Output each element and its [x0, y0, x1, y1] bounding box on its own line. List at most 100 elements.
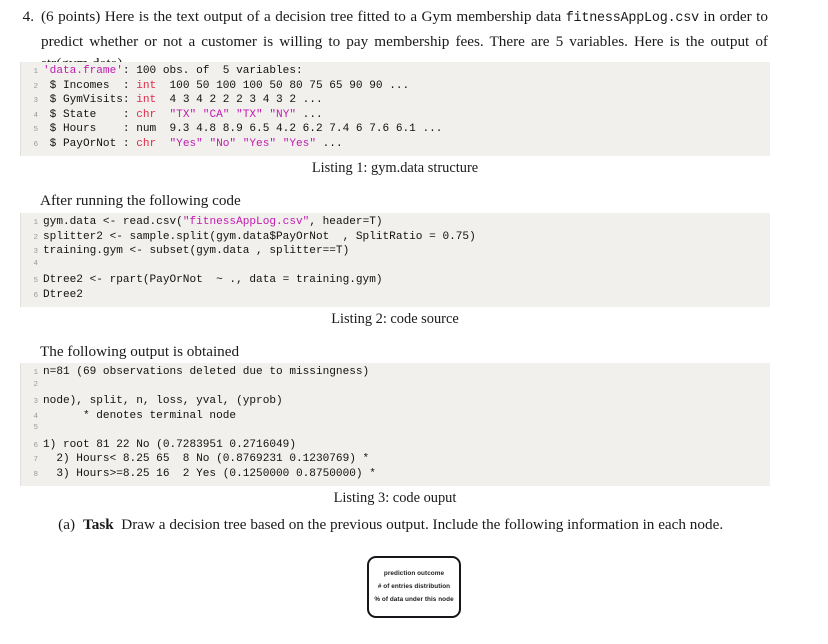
code-line-text: 3) Hours>=8.25 16 2 Yes (0.1250000 0.875… — [43, 468, 376, 480]
code-line-number: 5 — [33, 126, 38, 134]
problem-number: 4. — [22, 8, 34, 25]
code-plain-token: : 100 obs. of 5 variables: — [122, 65, 303, 77]
listing-1-code[interactable]: 1 'data.frame': 100 obs. of 5 variables: 2… — [20, 62, 770, 156]
code-plain-token: 4 3 4 2 2 2 3 4 3 2 ... — [156, 94, 323, 106]
code-line-text: 1) root 81 22 No (0.7283951 0.2716049) — [43, 439, 296, 451]
code-line: 8 3) Hours>=8.25 16 2 Yes (0.1250000 0.8… — [21, 468, 770, 483]
code-line-text: node), split, n, loss, yval, (yprob) — [43, 395, 283, 407]
task-text: Task Draw a decision tree based on the p… — [83, 514, 797, 536]
code-line-number: 3 — [33, 398, 38, 406]
code-line: 2 splitter2 <- sample.split(gym.data$PayO… — [21, 231, 770, 246]
task-keyword: Task — [83, 516, 114, 533]
code-line-number: 8 — [33, 470, 38, 479]
code-plain-token: $ PayOrNot : — [43, 137, 137, 150]
code-line-number: 4 — [33, 259, 38, 268]
code-plain-token: * denotes terminal node — [43, 409, 237, 422]
code-line: 6 $ PayOrNot : chr "Yes" "No" "Yes" "Yes… — [21, 138, 770, 153]
task-description: Draw a decision tree based on the previo… — [121, 516, 724, 533]
node-line-prediction: prediction outcome — [383, 570, 445, 577]
code-line: 1 'data.frame': 100 obs. of 5 variables: — [21, 65, 770, 80]
code-line-number: 6 — [33, 291, 38, 300]
code-plain-token: $ Hours : num 9.3 4.8 8.9 6.5 4.2 6.2 7.… — [43, 123, 443, 135]
code-type-token: int — [136, 79, 157, 92]
code-string-token: "Yes" "No" "Yes" "Yes" — [169, 137, 316, 150]
code-plain-token: ... — [315, 137, 343, 150]
code-line-number: 5 — [33, 424, 38, 432]
document-page: 4. (6 points) Here is the text output of… — [0, 0, 828, 644]
code-line-text: Dtree2 <- rpart(PayOrNot ~ ., data = tra… — [43, 274, 383, 286]
code-line-number: 2 — [33, 233, 38, 242]
lead-paragraph-1: After running the following code — [40, 192, 241, 209]
code-plain-token: 3) Hours>=8.25 16 2 Yes (0.1250000 0.875… — [43, 467, 376, 480]
code-line-number: 6 — [33, 140, 38, 149]
code-line-number: 2 — [33, 380, 38, 389]
task-item-a: (a) Task Draw a decision tree based on t… — [0, 514, 828, 536]
code-line-text: $ Hours : num 9.3 4.8 8.9 6.5 4.2 6.2 7.… — [43, 123, 443, 135]
code-line-number: 6 — [33, 441, 38, 450]
code-line: 4 * denotes terminal node — [21, 410, 770, 425]
code-line-number: 3 — [33, 97, 38, 105]
code-plain-token: $ GymVisits: — [43, 94, 137, 106]
code-plain-token: Dtree2 — [43, 288, 83, 301]
code-line: 3 training.gym <- subset(gym.data , split… — [21, 245, 770, 260]
code-line-number: 4 — [33, 111, 38, 120]
code-line: 3 node), split, n, loss, yval, (yprob) — [21, 395, 770, 410]
code-plain-token: , header=T) — [309, 216, 383, 228]
code-plain-token: $ Incomes : — [43, 79, 137, 92]
code-line: 5 $ Hours : num 9.3 4.8 8.9 6.5 4.2 6.2 … — [21, 123, 770, 138]
code-line: 4 — [21, 260, 770, 275]
listing-1: 1 'data.frame': 100 obs. of 5 variables: 2… — [20, 62, 770, 177]
code-line: 6 Dtree2 — [21, 289, 770, 304]
code-string-token: 'data.frame' — [43, 65, 123, 77]
listing-1-caption: Listing 1: gym.data structure — [311, 160, 479, 176]
code-line-text: * denotes terminal node — [43, 410, 236, 422]
code-plain-token: ... — [296, 108, 323, 121]
code-line: 1 n=81 (69 observations deleted due to mi… — [21, 366, 770, 381]
listing-3: 1 n=81 (69 observations deleted due to mi… — [20, 363, 770, 507]
code-plain-token — [156, 138, 169, 150]
listing-2-caption: Listing 2: code source — [331, 311, 459, 327]
code-plain-token: node), split, n, loss, yval, (yprob) — [43, 395, 283, 407]
code-line: 2 — [21, 381, 770, 396]
code-line-number: 7 — [33, 456, 38, 464]
code-line-text: Dtree2 — [43, 289, 83, 301]
task-row: (a) Task Draw a decision tree based on t… — [0, 514, 828, 536]
code-line-number: 1 — [33, 219, 38, 227]
code-line-text: 'data.frame': 100 obs. of 5 variables: — [43, 65, 303, 77]
code-line-text: n=81 (69 observations deleted due to mis… — [43, 366, 369, 378]
code-line-number: 4 — [33, 412, 38, 421]
code-line-text: $ State : chr "TX" "CA" "TX" "NY" ... — [43, 109, 323, 121]
code-string-token: "fitnessAppLog.csv" — [182, 216, 310, 228]
code-line: 5 — [21, 424, 770, 439]
problem-text-part1: (6 points) Here is the text output of a … — [41, 8, 566, 25]
code-line-number: 3 — [33, 248, 38, 256]
code-plain-token: gym.data <- read.csv( — [43, 216, 183, 228]
code-line-number: 5 — [33, 277, 38, 285]
code-line-text: $ Incomes : int 100 50 100 100 50 80 75 … — [43, 79, 410, 92]
code-line-text: $ GymVisits: int 4 3 4 2 2 2 3 4 3 2 ... — [43, 94, 323, 106]
listing-2-code[interactable]: 1 gym.data <- read.csv("fitnessAppLog.csv… — [20, 213, 770, 307]
code-plain-token: 100 50 100 100 50 80 75 65 90 90 ... — [156, 79, 410, 92]
listing-2: 1 gym.data <- read.csv("fitnessAppLog.csv… — [20, 213, 770, 328]
code-plain-token: Dtree2 <- rpart(PayOrNot ~ ., data = tra… — [43, 274, 383, 286]
code-line-number: 1 — [33, 68, 38, 76]
listing-3-code[interactable]: 1 n=81 (69 observations deleted due to mi… — [20, 363, 770, 486]
code-line-number: 2 — [33, 82, 38, 91]
code-line-text: $ PayOrNot : chr "Yes" "No" "Yes" "Yes" … — [43, 138, 343, 150]
code-line-text: splitter2 <- sample.split(gym.data$PayOr… — [43, 231, 476, 243]
code-string-token: "TX" "CA" "TX" "NY" — [169, 108, 297, 121]
code-plain-token: splitter2 <- sample.split(gym.data$PayOr… — [43, 230, 476, 243]
code-line: 4 $ State : chr "TX" "CA" "TX" "NY" ... — [21, 109, 770, 124]
code-line-text: gym.data <- read.csv("fitnessAppLog.csv"… — [43, 216, 383, 228]
code-plain-token: $ State : — [43, 108, 137, 121]
code-type-token: chr — [136, 137, 157, 150]
node-line-percent: % of data under this node — [374, 596, 454, 603]
code-line: 3 $ GymVisits: int 4 3 4 2 2 2 3 4 3 2 .… — [21, 94, 770, 109]
node-line-entries: # of entries distribution — [377, 583, 451, 590]
code-line-text: 2) Hours< 8.25 65 8 No (0.8769231 0.1230… — [43, 453, 369, 465]
code-line-number: 1 — [33, 369, 38, 377]
code-line: 2 $ Incomes : int 100 50 100 100 50 80 7… — [21, 80, 770, 95]
code-type-token: int — [136, 94, 157, 106]
node-diagram-area: prediction outcome # of entries distribu… — [0, 556, 828, 618]
code-plain-token — [156, 109, 169, 121]
